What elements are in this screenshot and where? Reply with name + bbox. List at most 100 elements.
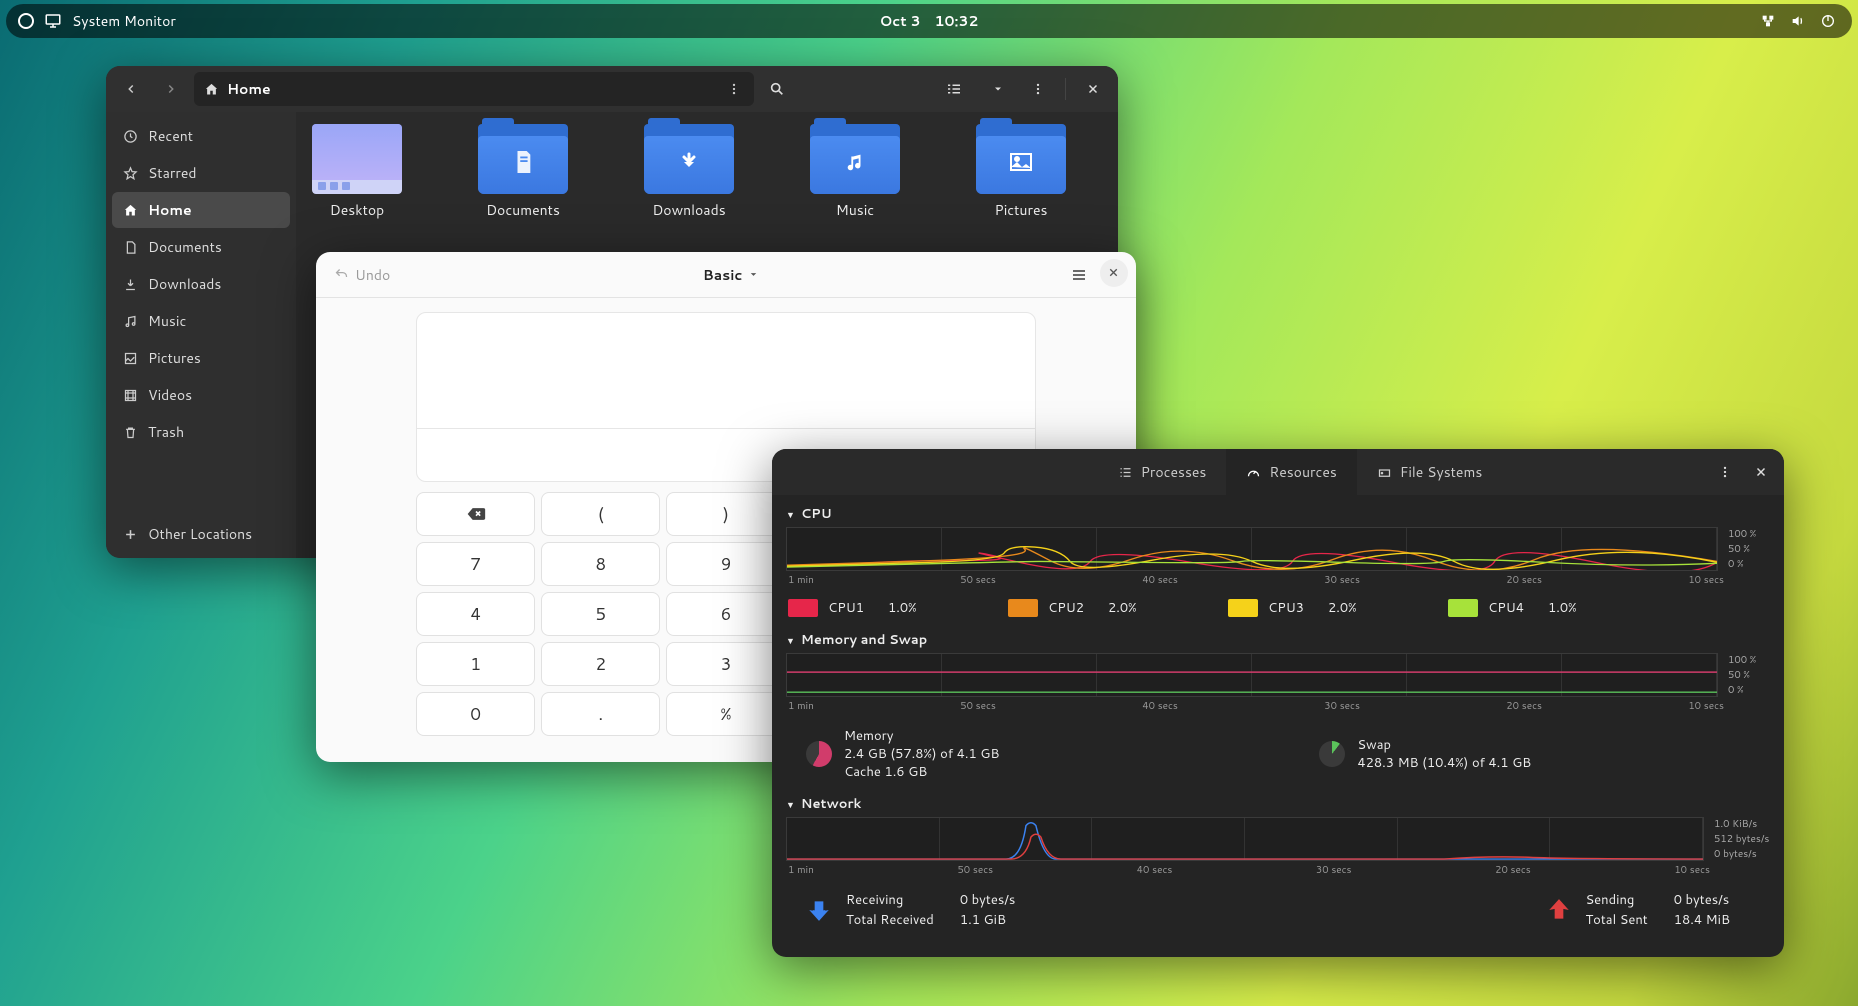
home-icon xyxy=(122,203,138,218)
hamburger-menu-button[interactable] xyxy=(1062,259,1096,291)
section-cpu-header[interactable]: ▼CPU xyxy=(786,501,1770,527)
path-menu-icon[interactable] xyxy=(722,77,746,101)
key-4[interactable]: 4 xyxy=(416,592,535,636)
mode-selector[interactable]: Basic xyxy=(693,259,769,291)
swap-stat[interactable]: Swap428.3 MB (10.4%) of 4.1 GB xyxy=(1319,727,1531,781)
sidebar-item-recent[interactable]: Recent xyxy=(112,118,290,154)
desktop-folder-icon xyxy=(312,124,402,194)
key-9[interactable]: 9 xyxy=(666,542,785,586)
forward-button[interactable] xyxy=(154,73,188,105)
network-sending[interactable]: Sending0 bytes/s Total Sent18.4 MiB xyxy=(1546,891,1731,929)
plus-icon xyxy=(122,527,138,542)
network-yaxis: 1.0 KiB/s512 bytes/s0 bytes/s xyxy=(1710,817,1770,861)
section-network-header[interactable]: ▼Network xyxy=(786,791,1770,817)
folder-documents[interactable]: Documents xyxy=(476,124,570,220)
cpu-yaxis: 100 %50 %0 % xyxy=(1724,527,1770,571)
legend-cpu1[interactable]: CPU11.0% xyxy=(788,599,938,617)
key-0[interactable]: 0 xyxy=(416,692,535,736)
key-paren-open[interactable]: ( xyxy=(541,492,660,536)
folder-music[interactable]: Music xyxy=(808,124,902,220)
cpu-graph xyxy=(786,527,1718,571)
close-button[interactable] xyxy=(1076,73,1110,105)
clock[interactable]: Oct 3 10:32 xyxy=(880,11,979,31)
picture-icon xyxy=(122,351,138,366)
swap-pie-icon xyxy=(1319,741,1345,767)
system-tray[interactable] xyxy=(1760,13,1852,29)
key-1[interactable]: 1 xyxy=(416,642,535,686)
activities-button[interactable] xyxy=(18,13,34,29)
sidebar-item-other-locations[interactable]: Other Locations xyxy=(112,516,290,552)
music-icon xyxy=(122,314,138,329)
path-bar[interactable]: Home xyxy=(194,72,754,106)
date-label: Oct 3 xyxy=(880,11,921,31)
sysmon-tabs: Processes Resources File Systems xyxy=(1098,449,1503,495)
hamburger-menu-button[interactable] xyxy=(1021,73,1055,105)
sidebar-item-home[interactable]: Home xyxy=(112,192,290,228)
drive-icon xyxy=(1377,465,1392,480)
back-button[interactable] xyxy=(114,73,148,105)
network-graph xyxy=(786,817,1704,861)
system-monitor-window: Processes Resources File Systems ▼CPU 10… xyxy=(772,449,1784,957)
files-sidebar: Recent Starred Home Documents Downloads … xyxy=(106,112,296,558)
active-app-label[interactable]: System Monitor xyxy=(72,11,176,31)
calculator-headerbar: Undo Basic xyxy=(316,252,1136,298)
sidebar-item-downloads[interactable]: Downloads xyxy=(112,266,290,302)
search-button[interactable] xyxy=(760,73,794,105)
view-options-button[interactable] xyxy=(981,73,1015,105)
sidebar-item-videos[interactable]: Videos xyxy=(112,377,290,413)
backspace-icon xyxy=(466,506,486,522)
key-5[interactable]: 5 xyxy=(541,592,660,636)
star-icon xyxy=(122,166,138,181)
downloads-folder-icon xyxy=(644,124,734,194)
upload-arrow-icon xyxy=(1546,897,1572,923)
key-percent[interactable]: % xyxy=(666,692,785,736)
volume-icon xyxy=(1790,13,1806,29)
legend-cpu2[interactable]: CPU22.0% xyxy=(1008,599,1158,617)
sidebar-item-documents[interactable]: Documents xyxy=(112,229,290,265)
folder-desktop[interactable]: Desktop xyxy=(310,124,404,220)
cpu-xaxis: 1 min50 secs40 secs30 secs20 secs10 secs xyxy=(786,571,1770,593)
hamburger-menu-button[interactable] xyxy=(1708,456,1742,488)
path-segment-home[interactable]: Home xyxy=(227,79,271,99)
tab-resources[interactable]: Resources xyxy=(1226,449,1356,495)
key-7[interactable]: 7 xyxy=(416,542,535,586)
documents-folder-icon xyxy=(478,124,568,194)
key-paren-close[interactable]: ) xyxy=(666,492,785,536)
sidebar-item-pictures[interactable]: Pictures xyxy=(112,340,290,376)
key-3[interactable]: 3 xyxy=(666,642,785,686)
key-2[interactable]: 2 xyxy=(541,642,660,686)
legend-cpu4[interactable]: CPU41.0% xyxy=(1448,599,1598,617)
memory-stat[interactable]: Memory2.4 GB (57.8%) of 4.1 GBCache 1.6 … xyxy=(806,727,999,781)
view-toggle-button[interactable] xyxy=(933,73,975,105)
files-headerbar: Home xyxy=(106,66,1118,112)
key-decimal[interactable]: . xyxy=(541,692,660,736)
sidebar-item-starred[interactable]: Starred xyxy=(112,155,290,191)
memory-graph xyxy=(786,653,1718,697)
close-button[interactable] xyxy=(1100,259,1128,287)
swatch-cpu3 xyxy=(1228,599,1258,617)
folder-pictures[interactable]: Pictures xyxy=(974,124,1068,220)
download-icon xyxy=(122,277,138,292)
undo-button[interactable]: Undo xyxy=(324,259,400,291)
network-receiving[interactable]: Receiving0 bytes/s Total Received1.1 GiB xyxy=(806,891,1015,929)
tab-processes[interactable]: Processes xyxy=(1098,449,1227,495)
legend-cpu3[interactable]: CPU32.0% xyxy=(1228,599,1378,617)
key-backspace[interactable] xyxy=(416,492,535,536)
sidebar-item-music[interactable]: Music xyxy=(112,303,290,339)
chevron-down-icon xyxy=(748,269,759,280)
tab-filesystems[interactable]: File Systems xyxy=(1357,449,1502,495)
triangle-down-icon: ▼ xyxy=(786,634,795,647)
key-6[interactable]: 6 xyxy=(666,592,785,636)
section-memory-header[interactable]: ▼Memory and Swap xyxy=(786,627,1770,653)
network-xaxis: 1 min50 secs40 secs30 secs20 secs10 secs xyxy=(786,861,1770,883)
folder-downloads[interactable]: Downloads xyxy=(642,124,736,220)
network-icon xyxy=(1760,13,1776,29)
cpu-legend: CPU11.0% CPU22.0% CPU32.0% CPU41.0% xyxy=(786,593,1770,627)
key-8[interactable]: 8 xyxy=(541,542,660,586)
close-button[interactable] xyxy=(1744,456,1778,488)
swatch-cpu1 xyxy=(788,599,818,617)
clock-icon xyxy=(122,129,138,144)
sidebar-item-trash[interactable]: Trash xyxy=(112,414,290,450)
document-icon xyxy=(122,240,138,255)
sysmon-headerbar: Processes Resources File Systems xyxy=(772,449,1784,495)
